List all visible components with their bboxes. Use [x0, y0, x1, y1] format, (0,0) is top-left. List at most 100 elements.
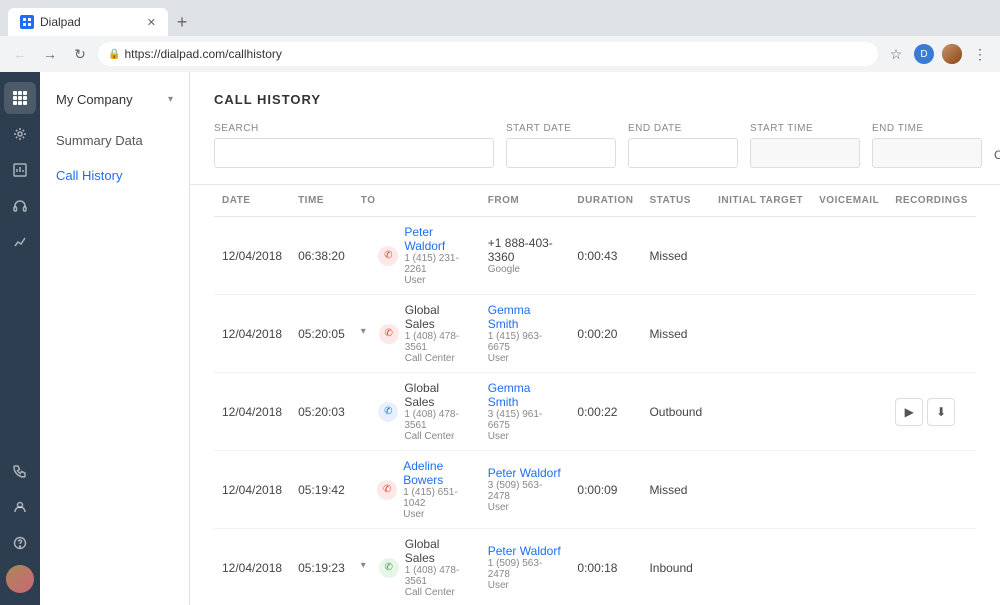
th-status: STATUS [641, 185, 710, 217]
th-time: TIME [290, 185, 353, 217]
actions-cell: ▶ ⬇ [895, 398, 968, 426]
cell-recordings [887, 451, 976, 529]
table-body: 12/04/2018 06:38:20 ✆ Peter Waldorf 1 (4… [214, 217, 976, 605]
sidebar-icon-reports[interactable] [4, 154, 36, 186]
forward-btn[interactable]: → [38, 42, 62, 66]
end-time-input[interactable] [872, 138, 982, 168]
expand-btn[interactable]: ▾ [361, 560, 375, 576]
cell-initial-target [710, 529, 811, 605]
lock-icon: 🔒 [108, 49, 120, 60]
cell-from: Peter Waldorf 1 (509) 563-2478 User [480, 529, 570, 605]
cell-duration: 0:00:43 [569, 217, 641, 295]
th-date: DATE [214, 185, 290, 217]
download-btn[interactable]: ⬇ [927, 398, 955, 426]
sidebar-icon-contacts[interactable] [4, 491, 36, 523]
cell-time: 05:20:05 [290, 295, 353, 373]
sidebar-icon-help[interactable] [4, 527, 36, 559]
filters-bar: SEARCH START DATE END DATE START TIME EN… [190, 123, 1000, 185]
to-name: Global Sales [405, 303, 440, 331]
to-type: Call Center [405, 587, 472, 598]
th-recordings: RECORDINGS [887, 185, 976, 217]
cell-to: ✆ Adeline Bowers 1 (415) 651-1042 User [353, 451, 480, 529]
to-name-link[interactable]: Peter Waldorf [404, 225, 445, 253]
search-input[interactable] [214, 138, 494, 168]
expand-btn[interactable]: ▾ [361, 326, 375, 342]
cell-recordings: ▶ ⬇ [887, 373, 976, 451]
cell-date: 12/04/2018 [214, 373, 290, 451]
active-tab[interactable]: Dialpad ✕ [8, 8, 168, 36]
from-sub: User [488, 502, 562, 513]
to-type: Call Center [404, 431, 471, 442]
cell-recordings [887, 217, 976, 295]
end-time-label: END TIME [872, 123, 982, 134]
sidebar-icon-settings[interactable] [4, 118, 36, 150]
search-filter-group: SEARCH [214, 123, 494, 168]
cell-date: 12/04/2018 [214, 295, 290, 373]
cell-date: 12/04/2018 [214, 451, 290, 529]
cell-date: 12/04/2018 [214, 529, 290, 605]
table-container: DATE TIME TO FROM DURATION STATUS INITIA… [190, 185, 1000, 605]
th-from: FROM [480, 185, 570, 217]
nav-item-summary-data[interactable]: Summary Data [40, 123, 189, 158]
sidebar-icon-headset[interactable] [4, 190, 36, 222]
play-btn[interactable]: ▶ [895, 398, 923, 426]
cell-voicemail [811, 529, 887, 605]
cell-from: Peter Waldorf 3 (509) 563-2478 User [480, 451, 570, 529]
cell-status: Outbound [641, 373, 710, 451]
from-sub: User [488, 353, 562, 364]
page-title: CALL HISTORY [214, 92, 976, 107]
profile-btn[interactable]: D [912, 42, 936, 66]
refresh-btn[interactable]: ↻ [68, 42, 92, 66]
from-sub: User [488, 431, 562, 442]
end-date-filter-group: END DATE [628, 123, 738, 168]
cell-to: ▾ ✆ Global Sales 1 (408) 478-3561 Call C… [353, 295, 480, 373]
to-phone: 1 (408) 478-3561 [404, 409, 471, 431]
cell-duration: 0:00:09 [569, 451, 641, 529]
company-selector[interactable]: My Company ▾ [40, 84, 189, 115]
cell-duration: 0:00:22 [569, 373, 641, 451]
browser-action-buttons: ☆ D ⋮ [884, 42, 992, 66]
cell-recordings [887, 295, 976, 373]
cell-to: ▾ ✆ Global Sales 1 (408) 478-3561 Call C… [353, 529, 480, 605]
address-bar[interactable]: 🔒 https://dialpad.com/callhistory [98, 42, 878, 66]
cell-status: Missed [641, 217, 710, 295]
tab-close-btn[interactable]: ✕ [147, 16, 156, 29]
tab-title: Dialpad [40, 15, 81, 29]
to-phone: 1 (408) 478-3561 [405, 331, 472, 353]
search-label: SEARCH [214, 123, 494, 134]
phone-icon: ✆ [377, 480, 397, 500]
cell-initial-target [710, 373, 811, 451]
sidebar-icon-dialpad[interactable] [4, 82, 36, 114]
new-tab-btn[interactable]: + [168, 8, 196, 36]
cell-voicemail [811, 451, 887, 529]
from-name-link[interactable]: Gemma Smith [488, 381, 531, 409]
phone-icon: ✆ [379, 324, 399, 344]
from-name-link[interactable]: Peter Waldorf [488, 544, 561, 558]
start-date-input[interactable] [506, 138, 616, 168]
from-phone: 3 (415) 961-6675 [488, 409, 562, 431]
sidebar-icon-analytics[interactable] [4, 226, 36, 258]
cell-to: ✆ Global Sales 1 (408) 478-3561 Call Cen… [353, 373, 480, 451]
from-name-link[interactable]: Gemma Smith [488, 303, 531, 331]
tab-favicon [20, 15, 34, 29]
start-time-input[interactable] [750, 138, 860, 168]
user-account-btn[interactable] [940, 42, 964, 66]
sidebar-avatar[interactable] [4, 563, 36, 595]
menu-btn[interactable]: ⋮ [968, 42, 992, 66]
from-sub: User [488, 580, 562, 591]
sidebar-icon-phone[interactable] [4, 455, 36, 487]
left-nav: My Company ▾ Summary Data Call History [40, 72, 190, 605]
cell-from: Gemma Smith 3 (415) 961-6675 User [480, 373, 570, 451]
from-name-link[interactable]: Peter Waldorf [488, 466, 561, 480]
bookmark-btn[interactable]: ☆ [884, 42, 908, 66]
company-name: My Company [56, 92, 133, 107]
table-row: 12/04/2018 05:20:05 ▾ ✆ Global Sales 1 (… [214, 295, 976, 373]
cell-status: Inbound [641, 529, 710, 605]
end-date-input[interactable] [628, 138, 738, 168]
clear-filters-btn[interactable]: Clear filters [994, 148, 1000, 168]
back-btn[interactable]: ← [8, 42, 32, 66]
nav-item-call-history[interactable]: Call History [40, 158, 189, 193]
cell-from: +1 888-403-3360 Google [480, 217, 570, 295]
to-name-link[interactable]: Adeline Bowers [403, 459, 443, 487]
start-date-filter-group: START DATE [506, 123, 616, 168]
